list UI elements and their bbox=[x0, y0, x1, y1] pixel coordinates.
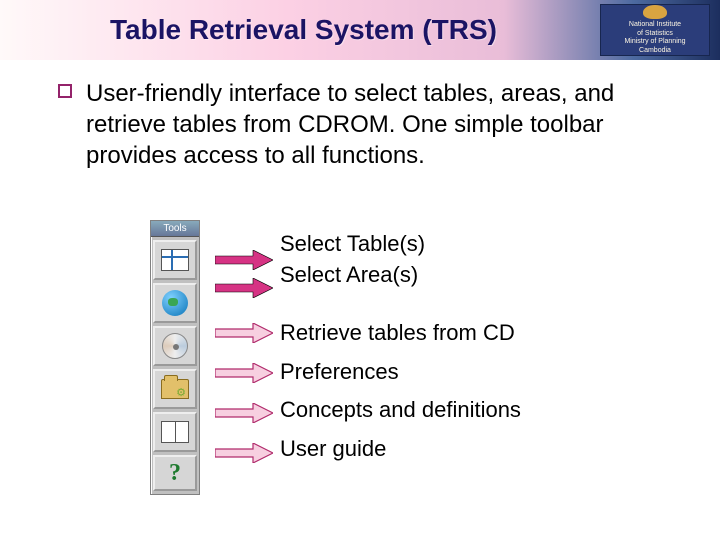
arrow-icon bbox=[215, 403, 273, 423]
help-icon: ? bbox=[169, 460, 181, 487]
title-bar: Table Retrieval System (TRS) National In… bbox=[0, 0, 720, 60]
label-user-guide: User guide bbox=[280, 435, 521, 464]
toolbar-header: Tools bbox=[151, 221, 199, 237]
logo-badge: National Institute of Statistics Ministr… bbox=[600, 4, 710, 56]
table-icon bbox=[161, 249, 189, 271]
arrow-icon bbox=[215, 323, 273, 343]
square-bullet-icon bbox=[58, 84, 72, 98]
toolbar-button-help[interactable]: ? bbox=[153, 455, 197, 491]
label-retrieve-cd: Retrieve tables from CD bbox=[280, 319, 521, 348]
label-select-table: Select Table(s) bbox=[280, 230, 521, 259]
label-select-area: Select Area(s) bbox=[280, 261, 521, 290]
cd-icon bbox=[162, 333, 188, 359]
toolbar-button-cd[interactable] bbox=[153, 326, 197, 366]
logo-line1: National Institute bbox=[629, 21, 681, 29]
label-concepts: Concepts and definitions bbox=[280, 396, 521, 425]
toolbar: Tools ? bbox=[150, 220, 200, 495]
arrow-icon bbox=[215, 278, 273, 298]
crest-icon bbox=[643, 5, 667, 19]
page-title: Table Retrieval System (TRS) bbox=[110, 14, 497, 46]
intro-text: User-friendly interface to select tables… bbox=[86, 78, 670, 172]
arrow-icon bbox=[215, 443, 273, 463]
logo-line3: Ministry of Planning bbox=[624, 38, 685, 46]
arrow-icon bbox=[215, 250, 273, 270]
toolbar-button-globe[interactable] bbox=[153, 283, 197, 323]
folder-icon bbox=[161, 379, 189, 399]
toolbar-button-book[interactable] bbox=[153, 412, 197, 452]
content-area: User-friendly interface to select tables… bbox=[0, 60, 720, 172]
arrow-icon bbox=[215, 363, 273, 383]
bullet-item: User-friendly interface to select tables… bbox=[58, 78, 670, 172]
toolbar-button-prefs[interactable] bbox=[153, 369, 197, 409]
logo-line4: Cambodia bbox=[639, 47, 671, 55]
globe-icon bbox=[162, 290, 188, 316]
logo-line2: of Statistics bbox=[637, 30, 673, 38]
labels-column: Select Table(s) Select Area(s) Retrieve … bbox=[280, 220, 521, 474]
toolbar-diagram: Tools ? Select Table(s) Select Area(s) R… bbox=[150, 220, 521, 495]
label-preferences: Preferences bbox=[280, 358, 521, 387]
toolbar-button-table[interactable] bbox=[153, 240, 197, 280]
book-icon bbox=[161, 421, 189, 443]
